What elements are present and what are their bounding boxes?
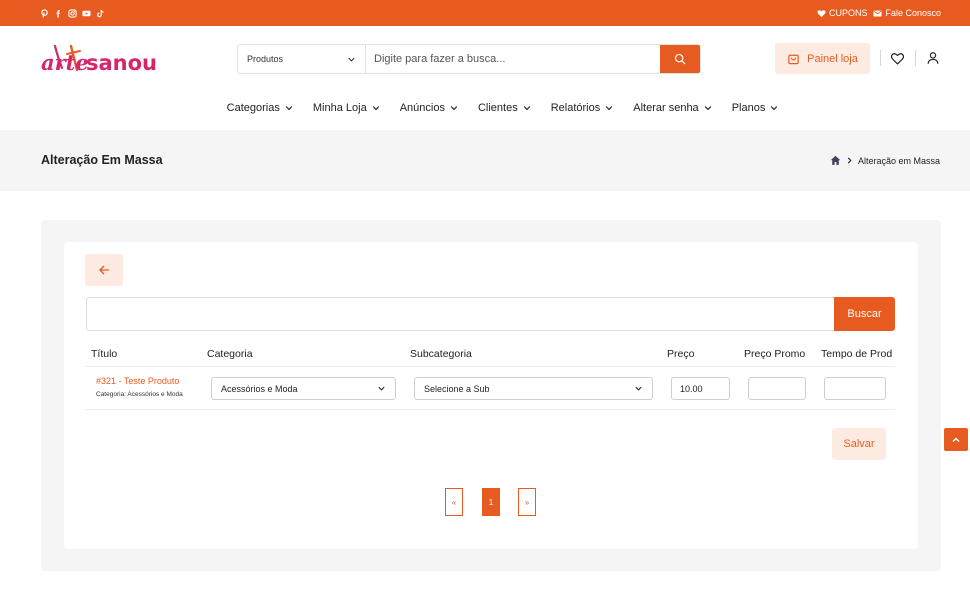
wishlist-icon[interactable]	[889, 50, 905, 66]
pagination-prev[interactable]: «	[445, 488, 463, 516]
production-time-input[interactable]	[824, 377, 886, 400]
nav-label: Alterar senha	[633, 102, 699, 114]
search-bar: Produtos	[237, 44, 701, 74]
nav-item-clientes[interactable]: Clientes	[478, 97, 531, 119]
pagination-page-current[interactable]: 1	[482, 488, 500, 516]
envelope-icon	[873, 10, 883, 17]
user-icon[interactable]	[925, 50, 941, 66]
logo-text-1: arte	[41, 50, 89, 75]
coupons-link[interactable]: CUPONS	[817, 8, 868, 18]
subcategory-select[interactable]: Selecione a Sub	[414, 377, 653, 400]
chevron-down-icon	[704, 106, 711, 111]
chevron-down-icon	[285, 106, 293, 111]
top-links: CUPONS Fale Conosco	[817, 8, 941, 18]
price-input[interactable]: 10.00	[671, 377, 730, 400]
subcategory-select-value: Selecione a Sub	[424, 383, 490, 394]
nav-label: Clientes	[477, 102, 518, 114]
nav-item-alterar-senha[interactable]: Alterar senha	[633, 97, 711, 119]
header-divider	[880, 50, 881, 66]
nav-label: Minha Loja	[312, 102, 367, 114]
chevron-down-icon	[523, 106, 530, 111]
search-icon	[674, 53, 686, 65]
header-divider	[915, 50, 916, 66]
nav-item-planos[interactable]: Planos	[732, 97, 779, 119]
chevron-down-icon	[771, 106, 778, 111]
facebook-icon[interactable]	[54, 9, 63, 18]
instagram-icon[interactable]	[68, 8, 77, 18]
contact-link[interactable]: Fale Conosco	[873, 8, 941, 18]
social-links	[40, 8, 105, 18]
product-category-note: Categoria: Acessórios e Moda	[96, 391, 183, 398]
main-nav: Categorias Minha Loja Anúncios Clientes …	[0, 97, 970, 119]
category-select[interactable]: Acessórios e Moda	[211, 377, 396, 400]
search-input[interactable]	[366, 45, 660, 73]
product-title-link[interactable]: #321 - Teste Produto	[96, 376, 179, 386]
page-title: Alteração Em Massa	[41, 153, 163, 167]
chevron-right-icon	[847, 157, 852, 164]
nav-item-relatorios[interactable]: Relatórios	[551, 97, 614, 119]
filter-input[interactable]	[86, 297, 835, 331]
save-button[interactable]: Salvar	[832, 428, 886, 460]
store-panel-button[interactable]: Painel loja	[775, 43, 870, 74]
category-select-value: Acessórios e Moda	[221, 383, 298, 394]
shopping-bag-icon	[788, 54, 799, 65]
chevron-down-icon	[378, 386, 385, 391]
nav-label: Planos	[731, 102, 766, 114]
search-category-select[interactable]: Produtos	[238, 45, 366, 73]
pagination-next[interactable]: »	[518, 488, 536, 516]
tiktok-icon[interactable]	[96, 9, 105, 18]
youtube-icon[interactable]	[82, 9, 91, 18]
table-divider	[86, 409, 895, 410]
col-header-category: Categoria	[207, 348, 253, 360]
chevron-down-icon	[348, 57, 355, 62]
nav-item-anuncios[interactable]: Anúncios	[400, 97, 458, 119]
store-panel-label: Painel loja	[807, 52, 858, 65]
chevron-down-icon	[450, 106, 458, 111]
col-header-production-time: Tempo de Prod	[821, 348, 893, 360]
nav-label: Relatórios	[550, 102, 601, 114]
home-icon[interactable]	[830, 155, 841, 166]
search-category-value: Produtos	[247, 54, 284, 64]
logo[interactable]: arte sanou	[41, 40, 166, 80]
nav-item-minha-loja[interactable]: Minha Loja	[313, 97, 380, 119]
nav-label: Anúncios	[399, 102, 445, 114]
col-header-subcategory: Subcategoria	[410, 348, 472, 360]
scroll-to-top-button[interactable]	[944, 428, 968, 451]
chevron-down-icon	[635, 386, 642, 391]
nav-label: Categorias	[226, 102, 280, 114]
breadcrumb-current: Alteração em Massa	[857, 155, 940, 166]
pinterest-icon[interactable]	[40, 8, 49, 18]
chevron-down-icon	[606, 106, 613, 111]
search-submit-button[interactable]: Buscar	[834, 297, 895, 331]
arrow-left-icon	[99, 265, 109, 275]
chevron-down-icon	[372, 106, 379, 111]
heart-icon	[817, 9, 826, 17]
breadcrumb: Alteração em Massa	[830, 155, 940, 166]
col-header-price: Preço	[667, 348, 695, 360]
col-header-title: Título	[91, 348, 118, 360]
logo-text-2: sanou	[86, 51, 157, 75]
chevron-up-icon	[952, 436, 960, 442]
top-bar: CUPONS Fale Conosco	[0, 0, 970, 26]
nav-item-categorias[interactable]: Categorias	[227, 97, 293, 119]
search-button[interactable]	[660, 45, 700, 73]
table-divider	[86, 366, 895, 367]
promo-price-input[interactable]	[748, 377, 806, 400]
coupons-label: CUPONS	[828, 8, 868, 18]
contact-label: Fale Conosco	[885, 8, 941, 18]
col-header-promo-price: Preço Promo	[744, 348, 806, 360]
back-button[interactable]	[85, 254, 123, 286]
